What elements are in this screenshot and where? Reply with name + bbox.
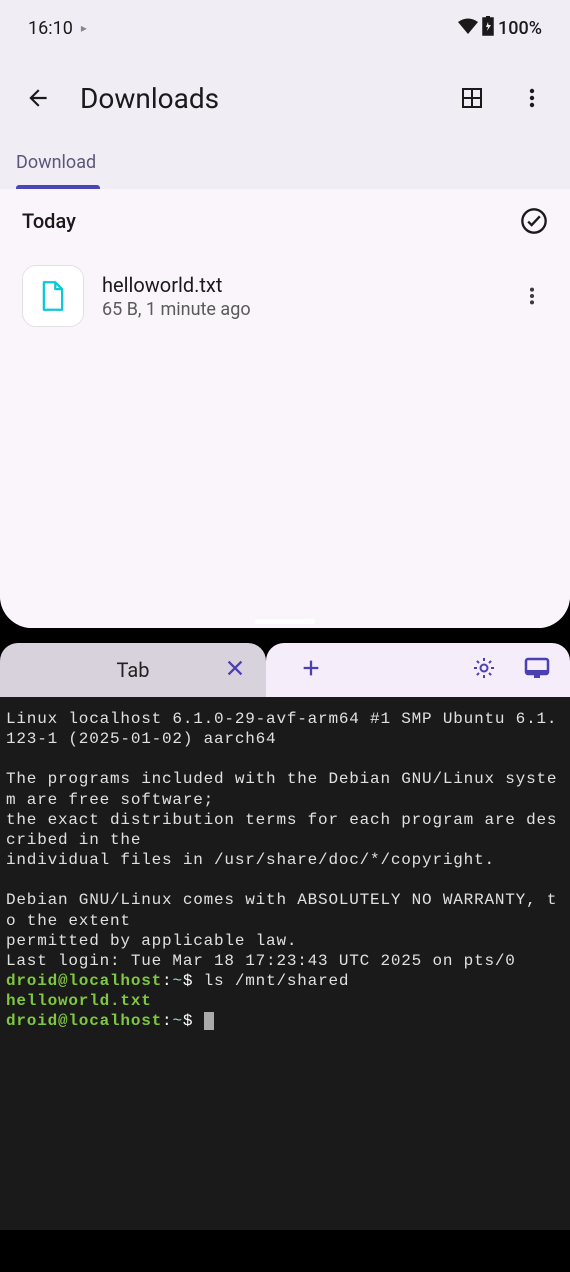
close-icon	[224, 657, 246, 679]
app-handle[interactable]	[255, 619, 315, 624]
terminal-line: The programs included with the Debian GN…	[6, 770, 557, 808]
terminal-tab-label: Tab	[117, 658, 150, 682]
arrow-left-icon	[25, 85, 51, 111]
select-all-button[interactable]	[520, 207, 548, 235]
file-meta: 65 B, 1 minute ago	[102, 299, 498, 320]
clock: 16:10	[28, 18, 73, 39]
terminal-tab-active[interactable]: Tab	[0, 643, 266, 697]
status-indicator: ▸	[81, 21, 87, 35]
check-circle-icon	[520, 207, 548, 235]
terminal-prompt-path: ~	[172, 972, 182, 990]
new-tab-button[interactable]	[286, 657, 336, 683]
status-bar: 16:10 ▸ 100%	[0, 0, 570, 56]
terminal-command: ls /mnt/shared	[204, 972, 350, 990]
battery-percent: 100%	[498, 18, 542, 39]
display-button[interactable]	[524, 656, 550, 684]
plus-icon	[300, 657, 322, 679]
terminal-output-line: helloworld.txt	[6, 992, 152, 1010]
terminal-line: permitted by applicable law.	[6, 932, 297, 950]
terminal-app-window: Tab Linux localhost 6.1.0-29-avf-arm64 #…	[0, 643, 570, 1230]
file-row[interactable]: helloworld.txt 65 B, 1 minute ago	[22, 259, 548, 333]
tab-bar: Download	[0, 140, 570, 189]
terminal-line: Last login: Tue Mar 18 17:23:43 UTC 2025…	[6, 952, 516, 970]
app-header: Downloads	[0, 56, 570, 140]
gear-icon	[472, 656, 496, 680]
file-list-area: Today helloworld.txt 65 B, 1 minute ago	[0, 189, 570, 628]
terminal-prompt-path: ~	[172, 1012, 182, 1030]
wifi-icon	[458, 18, 478, 39]
terminal-prompt-user: droid@localhost	[6, 1012, 162, 1030]
grid-view-button[interactable]	[454, 80, 490, 116]
terminal-cursor	[204, 1012, 214, 1030]
terminal-tab-bar: Tab	[0, 643, 570, 697]
terminal-line: individual files in /usr/share/doc/*/cop…	[6, 851, 495, 869]
close-tab-button[interactable]	[224, 657, 246, 684]
back-button[interactable]	[20, 80, 56, 116]
file-thumbnail	[22, 265, 84, 327]
file-more-button[interactable]	[516, 285, 548, 307]
more-options-button[interactable]	[514, 80, 550, 116]
terminal-line: Linux localhost 6.1.0-29-avf-arm64 #1 SM…	[6, 710, 557, 748]
settings-button[interactable]	[472, 656, 496, 684]
tab-download[interactable]: Download	[16, 152, 96, 185]
terminal-line: Debian GNU/Linux comes with ABSOLUTELY N…	[6, 891, 557, 929]
nav-bar	[0, 1230, 570, 1272]
file-icon	[39, 280, 67, 312]
terminal-output[interactable]: Linux localhost 6.1.0-29-avf-arm64 #1 SM…	[0, 697, 570, 1230]
downloads-app-window: 16:10 ▸ 100% Downloads Download	[0, 0, 570, 628]
more-vert-icon	[520, 86, 544, 110]
page-title: Downloads	[80, 82, 430, 115]
monitor-icon	[524, 656, 550, 680]
section-title: Today	[22, 209, 76, 233]
grid-icon	[460, 86, 484, 110]
terminal-tab-rest	[266, 643, 570, 697]
more-vert-icon	[521, 285, 543, 307]
terminal-line: the exact distribution terms for each pr…	[6, 811, 557, 849]
terminal-prompt-user: droid@localhost	[6, 972, 162, 990]
file-name: helloworld.txt	[102, 273, 498, 297]
battery-icon	[482, 16, 494, 41]
